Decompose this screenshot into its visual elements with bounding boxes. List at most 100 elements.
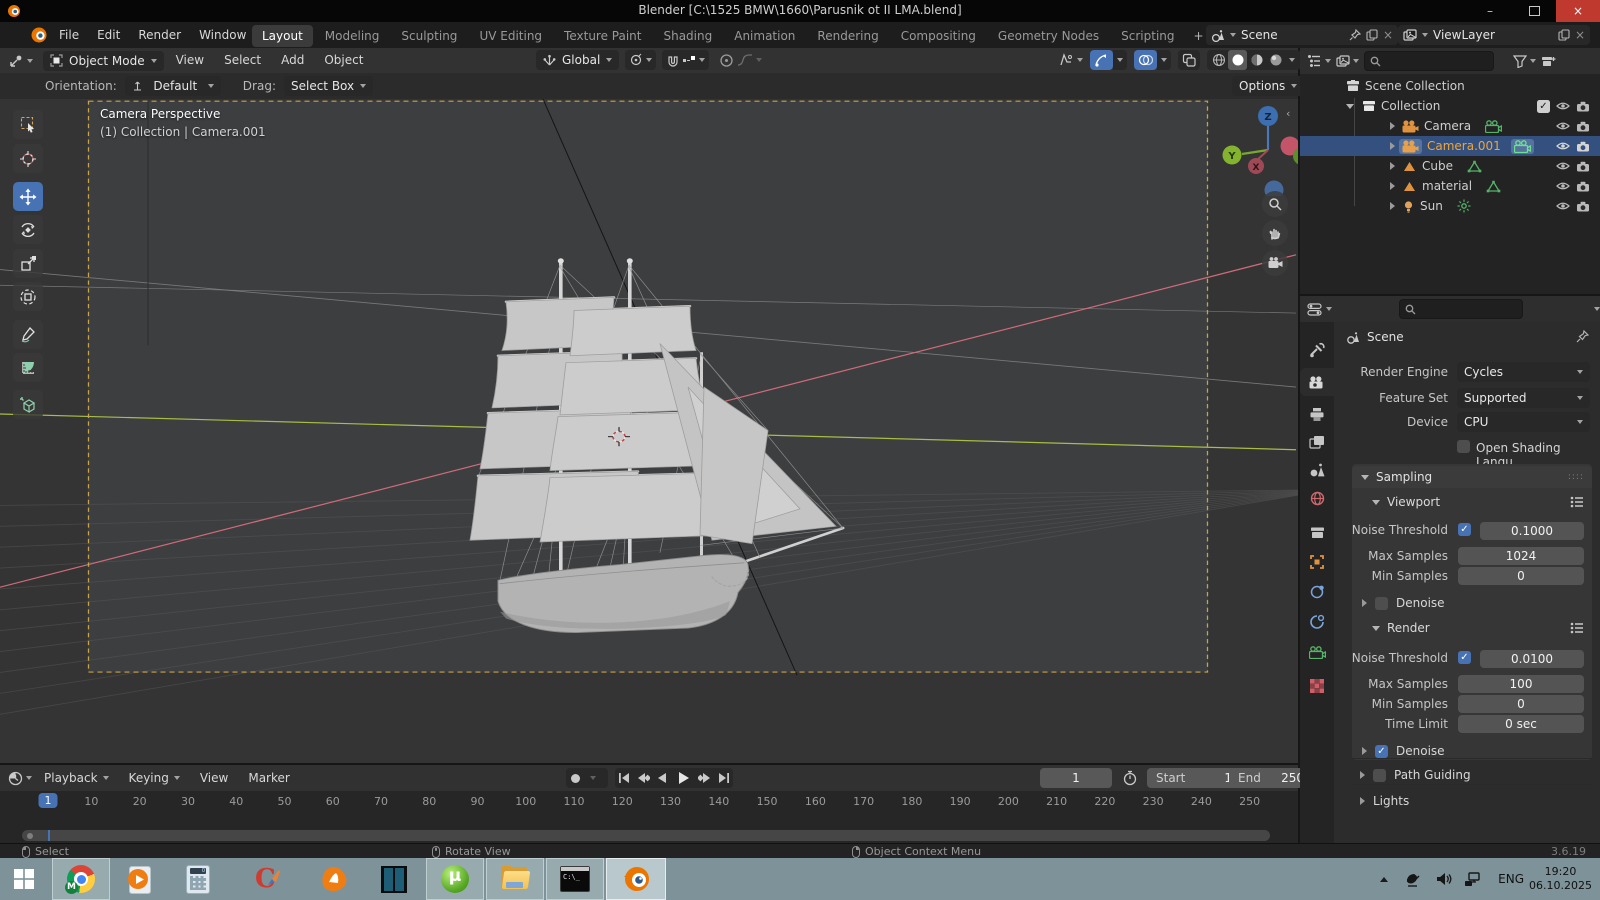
record-button[interactable] bbox=[566, 768, 585, 788]
scene-name[interactable]: Scene bbox=[1241, 28, 1344, 42]
new-collection-button[interactable] bbox=[1541, 55, 1556, 68]
outliner-search[interactable] bbox=[1364, 51, 1494, 71]
workspace-tab-sculpting[interactable]: Sculpting bbox=[391, 25, 467, 47]
tab-tool[interactable] bbox=[1300, 336, 1334, 364]
shading-material-button[interactable] bbox=[1247, 50, 1266, 70]
workspace-tab-compositing[interactable]: Compositing bbox=[891, 25, 986, 47]
hide-eye-icon[interactable] bbox=[1556, 161, 1570, 171]
menu-timeline-view[interactable]: View bbox=[192, 766, 236, 791]
timeline-scrollbar[interactable] bbox=[0, 827, 1298, 843]
collection-expand-arrow[interactable] bbox=[1346, 104, 1354, 109]
drag-setting-dropdown[interactable]: Select Box bbox=[284, 76, 373, 96]
material-expand-arrow[interactable] bbox=[1390, 182, 1395, 190]
outliner-row-material[interactable]: material bbox=[1300, 176, 1600, 196]
taskbar-utorrent[interactable]: µ bbox=[426, 858, 484, 900]
outliner-editor-selector[interactable] bbox=[1307, 54, 1331, 68]
menu-add[interactable]: Add bbox=[273, 48, 312, 73]
vp-noise-threshold-checkbox[interactable]: ✓ bbox=[1458, 523, 1471, 536]
menu-window[interactable]: Window bbox=[190, 22, 255, 48]
tray-clock[interactable]: 19:20 06.10.2025 bbox=[1529, 865, 1592, 900]
play-button[interactable] bbox=[672, 768, 696, 788]
workspace-tab-layout[interactable]: Layout bbox=[252, 25, 313, 47]
menu-view[interactable]: View bbox=[168, 48, 212, 73]
r-max-samples-field[interactable]: 100 bbox=[1458, 675, 1584, 693]
vp-denoise-checkbox[interactable] bbox=[1375, 597, 1388, 610]
minimize-button[interactable]: – bbox=[1468, 0, 1512, 22]
collection-exclude-checkbox[interactable]: ✓ bbox=[1537, 100, 1550, 113]
hide-eye-icon[interactable] bbox=[1556, 181, 1570, 191]
xray-toggle[interactable] bbox=[1178, 50, 1200, 70]
taskbar-blender[interactable] bbox=[606, 858, 666, 900]
outliner-row-camera-001[interactable]: Camera.001 bbox=[1300, 136, 1600, 156]
r-min-samples-field[interactable]: 0 bbox=[1458, 695, 1584, 713]
tray-show-hidden[interactable] bbox=[1380, 858, 1388, 900]
new-scene-icon[interactable] bbox=[1366, 29, 1378, 41]
taskbar-panels-app[interactable] bbox=[366, 858, 422, 900]
zoom-button[interactable] bbox=[1262, 191, 1288, 217]
menu-marker[interactable]: Marker bbox=[240, 766, 297, 791]
hide-eye-icon[interactable] bbox=[1556, 201, 1570, 211]
tab-world[interactable] bbox=[1300, 484, 1334, 512]
taskbar-calculator[interactable]: 0 bbox=[170, 858, 226, 900]
tray-language[interactable]: ENG bbox=[1498, 858, 1524, 900]
cube-expand-arrow[interactable] bbox=[1390, 162, 1395, 170]
taskbar-ccleaner[interactable]: C bbox=[240, 858, 296, 900]
viewlayer-name[interactable]: ViewLayer bbox=[1433, 28, 1553, 42]
workspace-tab-shading[interactable]: Shading bbox=[653, 25, 722, 47]
menu-select[interactable]: Select bbox=[216, 48, 269, 73]
current-frame-indicator[interactable]: 1 bbox=[39, 793, 58, 808]
timeline-editor-selector[interactable] bbox=[8, 771, 32, 786]
proportional-editing-button[interactable] bbox=[715, 50, 766, 70]
start-button[interactable] bbox=[0, 858, 48, 900]
tab-constraints[interactable] bbox=[1300, 608, 1334, 636]
preset-menu-icon[interactable] bbox=[1570, 622, 1584, 634]
shading-options-button[interactable] bbox=[1285, 50, 1299, 70]
pin-id-icon[interactable] bbox=[1576, 330, 1589, 343]
tab-render[interactable] bbox=[1300, 368, 1334, 396]
transform-tool[interactable] bbox=[13, 282, 43, 311]
taskbar-chrome[interactable]: M bbox=[52, 858, 110, 900]
pan-button[interactable] bbox=[1262, 220, 1288, 246]
lights-row[interactable]: Lights bbox=[1352, 790, 1592, 812]
tab-texture[interactable] bbox=[1300, 672, 1334, 700]
scrollbar-thumb[interactable] bbox=[22, 830, 1270, 841]
workspace-tab-scripting[interactable]: Scripting bbox=[1111, 25, 1184, 47]
camera-expand-arrow[interactable] bbox=[1390, 122, 1395, 130]
tray-app-icon[interactable] bbox=[1405, 858, 1422, 900]
orientation-setting-dropdown[interactable]: Default bbox=[125, 76, 221, 96]
render-visibility-icon[interactable] bbox=[1576, 121, 1590, 132]
osl-checkbox[interactable] bbox=[1457, 440, 1470, 453]
properties-editor-selector[interactable] bbox=[1307, 303, 1332, 316]
render-subpanel-header[interactable]: Render bbox=[1352, 618, 1592, 638]
jump-to-end-button[interactable] bbox=[714, 768, 733, 788]
editor-type-selector[interactable] bbox=[8, 53, 33, 69]
jump-to-start-button[interactable] bbox=[615, 768, 634, 788]
render-visibility-icon[interactable] bbox=[1576, 201, 1590, 212]
panel-grip[interactable]: :::: bbox=[1568, 472, 1584, 482]
pivot-point-button[interactable] bbox=[625, 50, 656, 70]
scale-tool[interactable] bbox=[13, 249, 43, 278]
render-visibility-icon[interactable] bbox=[1576, 181, 1590, 192]
mode-selector[interactable]: Object Mode bbox=[43, 51, 164, 71]
taskbar-media-player[interactable] bbox=[112, 858, 168, 900]
properties-search[interactable] bbox=[1399, 299, 1523, 319]
outliner-row-scene-collection[interactable]: Scene Collection bbox=[1300, 76, 1600, 96]
vp-max-samples-field[interactable]: 1024 bbox=[1458, 547, 1584, 565]
menu-object[interactable]: Object bbox=[316, 48, 371, 73]
r-denoise-checkbox[interactable]: ✓ bbox=[1375, 745, 1388, 758]
add-cube-tool[interactable] bbox=[13, 390, 43, 419]
outliner-row-sun[interactable]: Sun bbox=[1300, 196, 1600, 216]
sidebar-toggle-arrow[interactable]: ‹ bbox=[1286, 107, 1290, 120]
select-box-tool[interactable] bbox=[13, 110, 43, 139]
workspace-tab-animation[interactable]: Animation bbox=[724, 25, 805, 47]
time-limit-field[interactable]: 0 sec bbox=[1458, 715, 1584, 733]
hide-eye-icon[interactable] bbox=[1556, 101, 1570, 111]
new-viewlayer-icon[interactable] bbox=[1558, 29, 1570, 41]
workspace-tab-modeling[interactable]: Modeling bbox=[315, 25, 390, 47]
menu-edit[interactable]: Edit bbox=[88, 22, 129, 48]
outliner-display-mode[interactable] bbox=[1336, 55, 1359, 68]
outliner-row-camera[interactable]: Camera bbox=[1300, 116, 1600, 136]
camera001-expand-arrow[interactable] bbox=[1390, 142, 1395, 150]
tab-view-layer[interactable] bbox=[1300, 428, 1334, 456]
menu-keying[interactable]: Keying bbox=[121, 766, 188, 791]
